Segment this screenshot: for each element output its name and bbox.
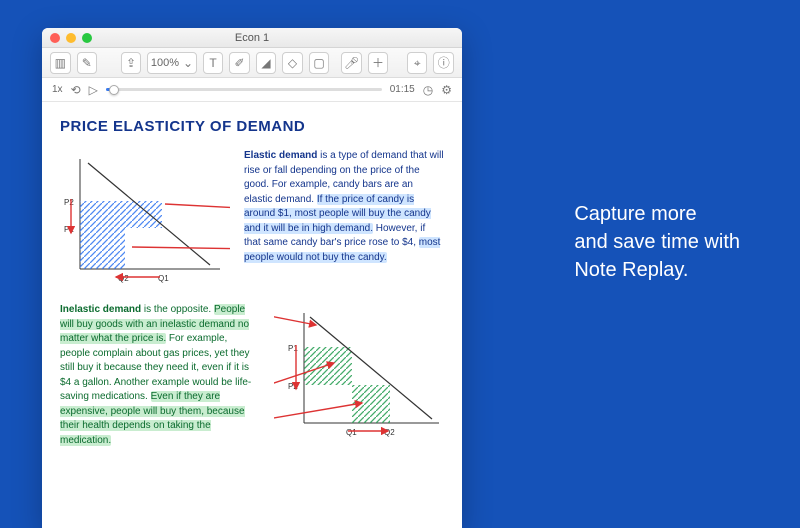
svg-text:P2: P2 xyxy=(288,382,298,391)
svg-text:Q1: Q1 xyxy=(346,428,357,437)
tag-icon: ⌖ xyxy=(414,57,421,69)
inelastic-chart: P1 P2 Q1 Q2 xyxy=(274,303,444,443)
clock-icon[interactable]: ◷ xyxy=(423,84,433,96)
rewind-icon[interactable]: ⟲ xyxy=(71,84,81,96)
document-body: PRICE ELASTICITY OF DEMAND xyxy=(42,102,462,528)
add-media-button[interactable]: ＋ xyxy=(368,52,389,74)
highlighter-tool-button[interactable]: ◢ xyxy=(256,52,277,74)
playback-slider[interactable] xyxy=(106,84,382,96)
compose-icon: ✎ xyxy=(82,57,92,69)
sidebar-icon: ▥ xyxy=(55,57,66,69)
share-icon: ⇪ xyxy=(126,57,136,69)
elastic-heading: Elastic demand xyxy=(244,150,317,161)
playback-time: 01:15 xyxy=(390,84,415,95)
app-window: Econ 1 ▥ ✎ ⇪ 100% ⌄ T ✐ ◢ ◇ ▢ 🎤︎ ＋ ⌖ ⓘ 1… xyxy=(42,28,462,528)
highlighter-icon: ◢ xyxy=(261,57,270,69)
elastic-chart: P2 P1 Q2 Q1 xyxy=(60,149,230,289)
titlebar: Econ 1 xyxy=(42,28,462,48)
promo-line-1: Capture more xyxy=(574,200,740,228)
playback-bar: 1x ⟲ ▷ 01:15 ◷ ⚙ xyxy=(42,78,462,102)
marquee-icon: ▢ xyxy=(313,57,324,69)
sidebar-toggle-button[interactable]: ▥ xyxy=(50,52,71,74)
promo-line-3: Note Replay. xyxy=(574,256,740,284)
svg-text:P2: P2 xyxy=(64,198,74,207)
promo-line-2: and save time with xyxy=(574,228,740,256)
playback-speed[interactable]: 1x xyxy=(52,84,63,95)
svg-text:Q2: Q2 xyxy=(384,428,395,437)
text-tool-button[interactable]: T xyxy=(203,52,224,74)
zoom-value: 100% xyxy=(151,57,179,69)
toolbar: ▥ ✎ ⇪ 100% ⌄ T ✐ ◢ ◇ ▢ 🎤︎ ＋ ⌖ ⓘ xyxy=(42,48,462,78)
text-icon: T xyxy=(209,57,216,69)
inelastic-paragraph: Inelastic demand is the opposite. People… xyxy=(60,303,260,448)
page-title: PRICE ELASTICITY OF DEMAND xyxy=(60,118,444,135)
mic-icon: 🎤︎ xyxy=(344,57,359,69)
svg-text:P1: P1 xyxy=(64,225,74,234)
inelastic-heading: Inelastic demand xyxy=(60,304,141,315)
pen-tool-button[interactable]: ✐ xyxy=(229,52,250,74)
compose-button[interactable]: ✎ xyxy=(77,52,98,74)
svg-text:Q2: Q2 xyxy=(118,274,129,283)
row-inelastic: Inelastic demand is the opposite. People… xyxy=(60,303,444,448)
pen-icon: ✐ xyxy=(234,57,244,69)
plus-icon: ＋ xyxy=(372,57,384,69)
zoom-select[interactable]: 100% ⌄ xyxy=(147,52,196,74)
info-icon: ⓘ xyxy=(438,57,450,69)
chevron-down-icon: ⌄ xyxy=(183,57,193,69)
mic-button[interactable]: 🎤︎ xyxy=(341,52,362,74)
tag-button[interactable]: ⌖ xyxy=(407,52,428,74)
promo-text: Capture more and save time with Note Rep… xyxy=(574,200,740,284)
info-button[interactable]: ⓘ xyxy=(433,52,454,74)
share-button[interactable]: ⇪ xyxy=(121,52,142,74)
svg-text:Q1: Q1 xyxy=(158,274,169,283)
eraser-tool-button[interactable]: ◇ xyxy=(282,52,303,74)
play-icon[interactable]: ▷ xyxy=(89,84,98,96)
gear-icon[interactable]: ⚙ xyxy=(441,84,452,96)
eraser-icon: ◇ xyxy=(288,57,297,69)
select-tool-button[interactable]: ▢ xyxy=(309,52,330,74)
slider-thumb[interactable] xyxy=(109,85,119,95)
svg-text:P1: P1 xyxy=(288,344,298,353)
elastic-paragraph: Elastic demand is a type of demand that … xyxy=(244,149,444,289)
window-title: Econ 1 xyxy=(42,32,462,44)
row-elastic: P2 P1 Q2 Q1 Elastic demand is a type of … xyxy=(60,149,444,289)
